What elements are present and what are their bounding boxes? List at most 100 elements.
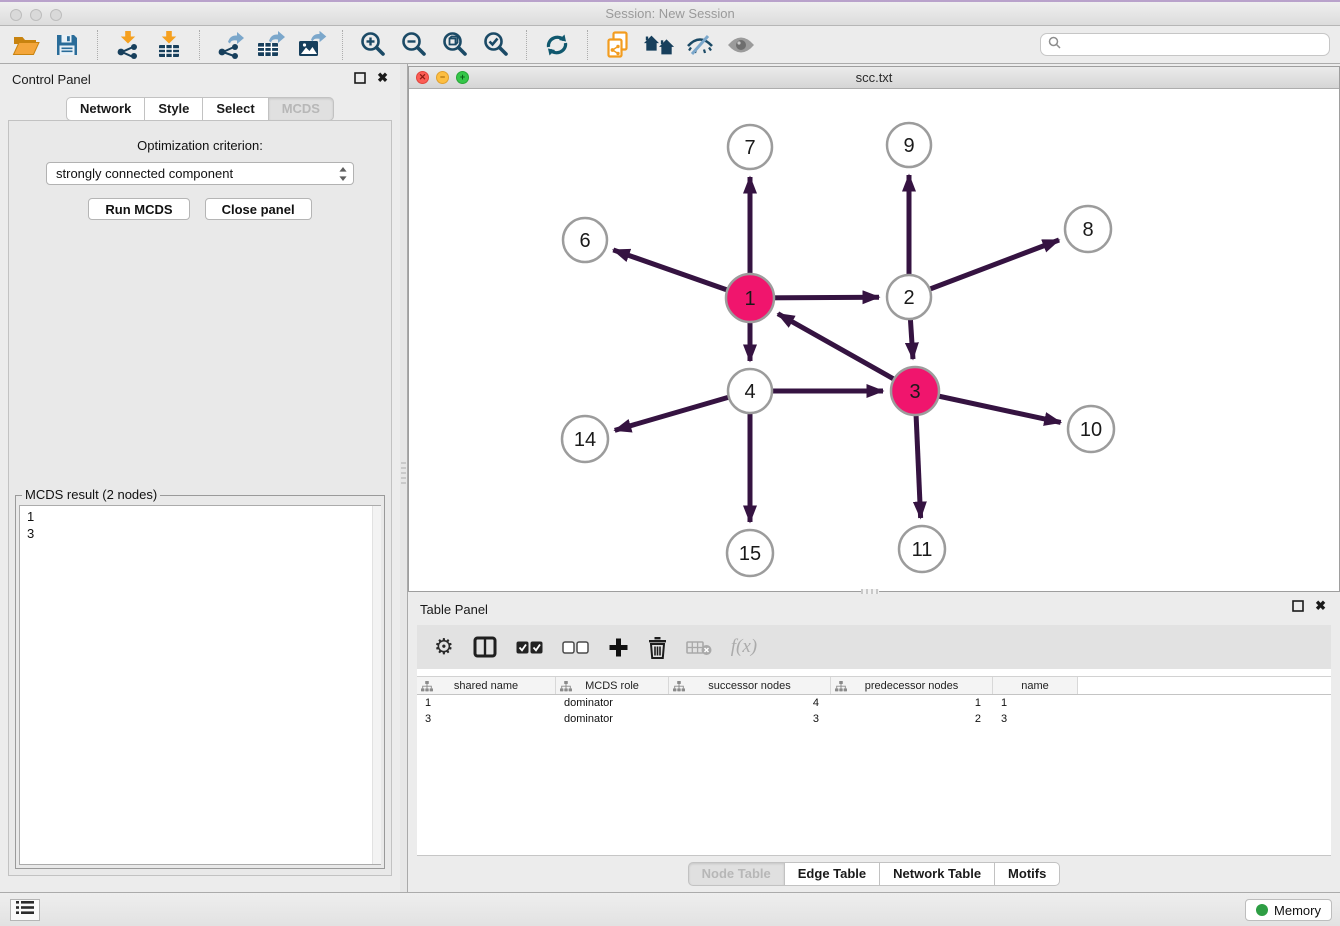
result-scrollbar[interactable] xyxy=(372,506,381,864)
export-network-icon[interactable] xyxy=(214,29,246,61)
close-panel-icon[interactable]: ✖ xyxy=(377,72,388,84)
tab-network-table[interactable]: Network Table xyxy=(880,862,995,886)
column-tree-icon xyxy=(673,681,685,695)
column-tree-icon xyxy=(421,681,433,695)
memory-button[interactable]: Memory xyxy=(1245,899,1332,921)
search-icon xyxy=(1048,36,1061,54)
open-session-icon[interactable] xyxy=(10,29,42,61)
run-mcds-button[interactable]: Run MCDS xyxy=(88,198,189,220)
mcds-panel: Optimization criterion: strongly connect… xyxy=(8,120,392,876)
hide-selected-eye-icon[interactable] xyxy=(684,29,716,61)
app-title: Session: New Session xyxy=(0,2,1340,25)
network-maximize-icon[interactable]: + xyxy=(456,71,469,84)
deselect-all-icon[interactable] xyxy=(562,634,589,660)
delete-columns-icon[interactable] xyxy=(648,634,667,660)
cell-successor-nodes[interactable]: 4 xyxy=(669,695,831,711)
close-table-panel-icon[interactable]: ✖ xyxy=(1315,600,1326,612)
task-history-button[interactable] xyxy=(10,899,40,921)
cell-predecessor-nodes[interactable]: 1 xyxy=(831,695,993,711)
tab-motifs[interactable]: Motifs xyxy=(995,862,1060,886)
zoom-fit-icon[interactable] xyxy=(439,29,471,61)
network-close-icon[interactable]: ✕ xyxy=(416,71,429,84)
cell-name[interactable]: 3 xyxy=(993,711,1078,727)
column-header-predecessor-nodes[interactable]: predecessor nodes xyxy=(831,677,993,694)
node-14[interactable]: 14 xyxy=(562,416,608,462)
select-all-icon[interactable] xyxy=(516,634,543,660)
edge-2-8[interactable] xyxy=(909,240,1059,297)
svg-text:11: 11 xyxy=(912,539,933,561)
column-header-mcds-role[interactable]: MCDS role xyxy=(556,677,669,694)
splitter-grip[interactable] xyxy=(401,462,406,484)
cell-shared-name[interactable]: 3 xyxy=(417,711,556,727)
column-header-successor-nodes[interactable]: successor nodes xyxy=(669,677,831,694)
zoom-window-button[interactable] xyxy=(50,9,62,21)
tab-select[interactable]: Select xyxy=(203,97,268,121)
save-session-icon[interactable] xyxy=(51,29,83,61)
svg-text:15: 15 xyxy=(739,543,761,565)
cell-predecessor-nodes[interactable]: 2 xyxy=(831,711,993,727)
table-toolbar: ⚙ f(x) xyxy=(417,625,1331,669)
network-window-titlebar[interactable]: ✕ − + scc.txt xyxy=(409,67,1339,89)
node-3[interactable]: 3 xyxy=(891,367,939,415)
split-panel-icon[interactable] xyxy=(473,634,497,660)
node-6[interactable]: 6 xyxy=(563,218,607,262)
table-tabs: Node TableEdge TableNetwork TableMotifs xyxy=(408,862,1340,886)
import-table-icon[interactable] xyxy=(153,29,185,61)
cell-successor-nodes[interactable]: 3 xyxy=(669,711,831,727)
column-tree-icon xyxy=(560,681,572,695)
node-8[interactable]: 8 xyxy=(1065,206,1111,252)
export-image-icon[interactable] xyxy=(296,29,328,61)
close-panel-button[interactable]: Close panel xyxy=(205,198,312,220)
node-11[interactable]: 11 xyxy=(899,526,945,572)
cell-name[interactable]: 1 xyxy=(993,695,1078,711)
table-row-2[interactable]: 3dominator323 xyxy=(417,711,1331,727)
tab-style[interactable]: Style xyxy=(145,97,203,121)
node-7[interactable]: 7 xyxy=(728,125,772,169)
network-canvas[interactable]: 7 9 6 8 1 2 4 3 14 10 15 11 xyxy=(409,89,1339,591)
add-column-icon[interactable] xyxy=(608,634,629,660)
zoom-selected-icon[interactable] xyxy=(480,29,512,61)
float-panel-icon[interactable] xyxy=(354,72,366,84)
float-table-panel-icon[interactable] xyxy=(1292,600,1304,612)
export-table-icon[interactable] xyxy=(255,29,287,61)
mcds-result-text[interactable]: 1 3 xyxy=(19,505,381,865)
node-9[interactable]: 9 xyxy=(887,123,931,167)
column-header-shared-name[interactable]: shared name xyxy=(417,677,556,694)
import-network-icon[interactable] xyxy=(112,29,144,61)
function-builder-icon: f(x) xyxy=(731,634,757,660)
clone-network-icon[interactable] xyxy=(602,29,634,61)
search-box[interactable] xyxy=(1040,33,1330,56)
node-4[interactable]: 4 xyxy=(728,369,772,413)
node-2[interactable]: 2 xyxy=(887,275,931,319)
close-window-button[interactable] xyxy=(10,9,22,21)
minimize-window-button[interactable] xyxy=(30,9,42,21)
table-row-1[interactable]: 1dominator411 xyxy=(417,695,1331,711)
tab-mcds[interactable]: MCDS xyxy=(269,97,334,121)
tab-edge-table[interactable]: Edge Table xyxy=(785,862,880,886)
zoom-out-icon[interactable] xyxy=(398,29,430,61)
select-stepper-icon xyxy=(338,166,348,185)
vertical-splitter[interactable] xyxy=(400,64,408,892)
node-10[interactable]: 10 xyxy=(1068,406,1114,452)
table-settings-icon[interactable]: ⚙ xyxy=(434,634,454,660)
tab-network[interactable]: Network xyxy=(66,97,145,121)
cell-shared-name[interactable]: 1 xyxy=(417,695,556,711)
control-panel-tabs: NetworkStyleSelectMCDS xyxy=(0,97,400,121)
optimization-criterion-select[interactable]: strongly connected component xyxy=(46,162,354,185)
node-table[interactable]: shared nameMCDS rolesuccessor nodesprede… xyxy=(417,669,1331,856)
column-tree-icon xyxy=(835,681,847,695)
zoom-in-icon[interactable] xyxy=(357,29,389,61)
table-panel: Table Panel ✖ ⚙ f(x) shared nameMCDS rol… xyxy=(408,594,1340,890)
node-15[interactable]: 15 xyxy=(727,530,773,576)
apply-layout-icon[interactable] xyxy=(541,29,573,61)
svg-text:14: 14 xyxy=(574,429,596,451)
column-header-name[interactable]: name xyxy=(993,677,1078,694)
svg-text:2: 2 xyxy=(903,287,914,309)
search-input[interactable] xyxy=(1066,38,1322,52)
cell-mcds-role[interactable]: dominator xyxy=(556,711,669,727)
home-fit-icon[interactable] xyxy=(643,29,675,61)
cell-mcds-role[interactable]: dominator xyxy=(556,695,669,711)
node-1[interactable]: 1 xyxy=(726,274,774,322)
network-minimize-icon[interactable]: − xyxy=(436,71,449,84)
tab-node-table[interactable]: Node Table xyxy=(688,862,785,886)
